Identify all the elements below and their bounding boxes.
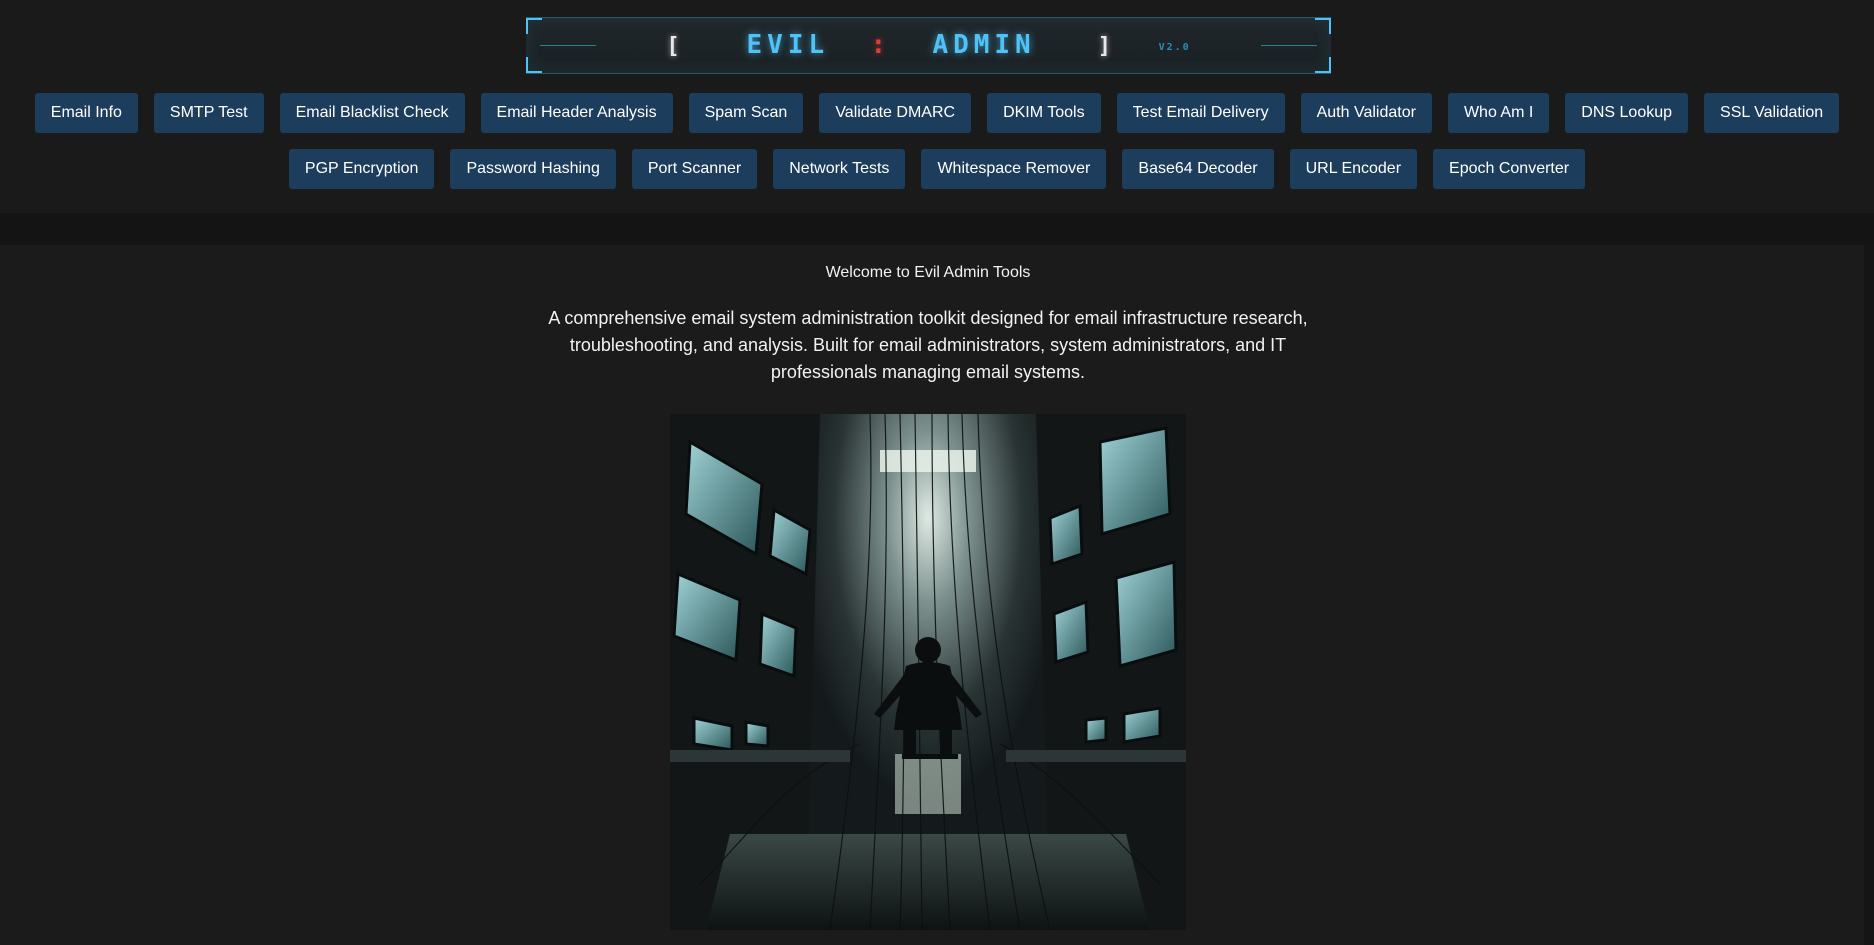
- logo[interactable]: [ EVIL : ADMIN ] V2.0: [526, 17, 1331, 74]
- nav-button-auth-validator[interactable]: Auth Validator: [1300, 93, 1432, 133]
- logo-bracket-close: ]: [1097, 34, 1116, 59]
- logo-separator: :: [870, 30, 892, 60]
- hero-floor: [706, 834, 1150, 930]
- nav-button-url-encoder[interactable]: URL Encoder: [1289, 149, 1418, 189]
- nav-row-secondary: PGP Encryption Password Hashing Port Scann…: [0, 149, 1874, 189]
- nav-button-spam-scan[interactable]: Spam Scan: [688, 93, 804, 133]
- nav-button-epoch-converter[interactable]: Epoch Converter: [1433, 149, 1586, 189]
- hero-seat: [902, 754, 958, 759]
- logo-bracket-open: [: [666, 34, 685, 59]
- logo-text: [ EVIL : ADMIN ] V2.0: [526, 30, 1331, 60]
- nav-row-primary: Email Info SMTP Test Email Blacklist Check…: [0, 93, 1874, 133]
- logo-word-admin: ADMIN: [932, 30, 1036, 60]
- nav-button-port-scanner[interactable]: Port Scanner: [631, 149, 758, 189]
- nav-button-network-tests[interactable]: Network Tests: [773, 149, 906, 189]
- hero-ceiling-light: [880, 450, 976, 472]
- hero-desk-right: [1006, 750, 1186, 762]
- nav-button-email-blacklist-check[interactable]: Email Blacklist Check: [279, 93, 465, 133]
- logo-version: V2.0: [1158, 42, 1191, 53]
- nav-button-smtp-test[interactable]: SMTP Test: [153, 93, 264, 133]
- nav-button-dns-lookup[interactable]: DNS Lookup: [1565, 93, 1689, 133]
- nav-button-email-info[interactable]: Email Info: [34, 93, 138, 133]
- header-divider: [0, 213, 1874, 245]
- nav-button-base64-decoder[interactable]: Base64 Decoder: [1122, 149, 1274, 189]
- nav-button-validate-dmarc[interactable]: Validate DMARC: [819, 93, 972, 133]
- welcome-heading: Welcome to Evil Admin Tools: [825, 264, 1031, 281]
- hero-desk-left: [670, 750, 850, 762]
- hero-image: [670, 414, 1186, 930]
- nav-button-password-hashing[interactable]: Password Hashing: [450, 149, 616, 189]
- nav-button-whitespace-remover[interactable]: Whitespace Remover: [921, 149, 1107, 189]
- nav-button-test-email-delivery[interactable]: Test Email Delivery: [1116, 93, 1285, 133]
- scrollbar-track[interactable]: [1864, 245, 1874, 945]
- nav-button-email-header-analysis[interactable]: Email Header Analysis: [480, 93, 673, 133]
- logo-word-evil: EVIL: [746, 30, 830, 60]
- header: [ EVIL : ADMIN ] V2.0 Email Info SMTP Tes…: [0, 0, 1874, 213]
- nav-button-ssl-validation[interactable]: SSL Validation: [1704, 93, 1840, 133]
- nav-button-dkim-tools[interactable]: DKIM Tools: [987, 93, 1101, 133]
- intro-description: A comprehensive email system administrat…: [548, 308, 1308, 382]
- hero-floor-light: [895, 754, 961, 814]
- nav-button-who-am-i[interactable]: Who Am I: [1447, 93, 1550, 133]
- nav-button-pgp-encryption[interactable]: PGP Encryption: [288, 149, 435, 189]
